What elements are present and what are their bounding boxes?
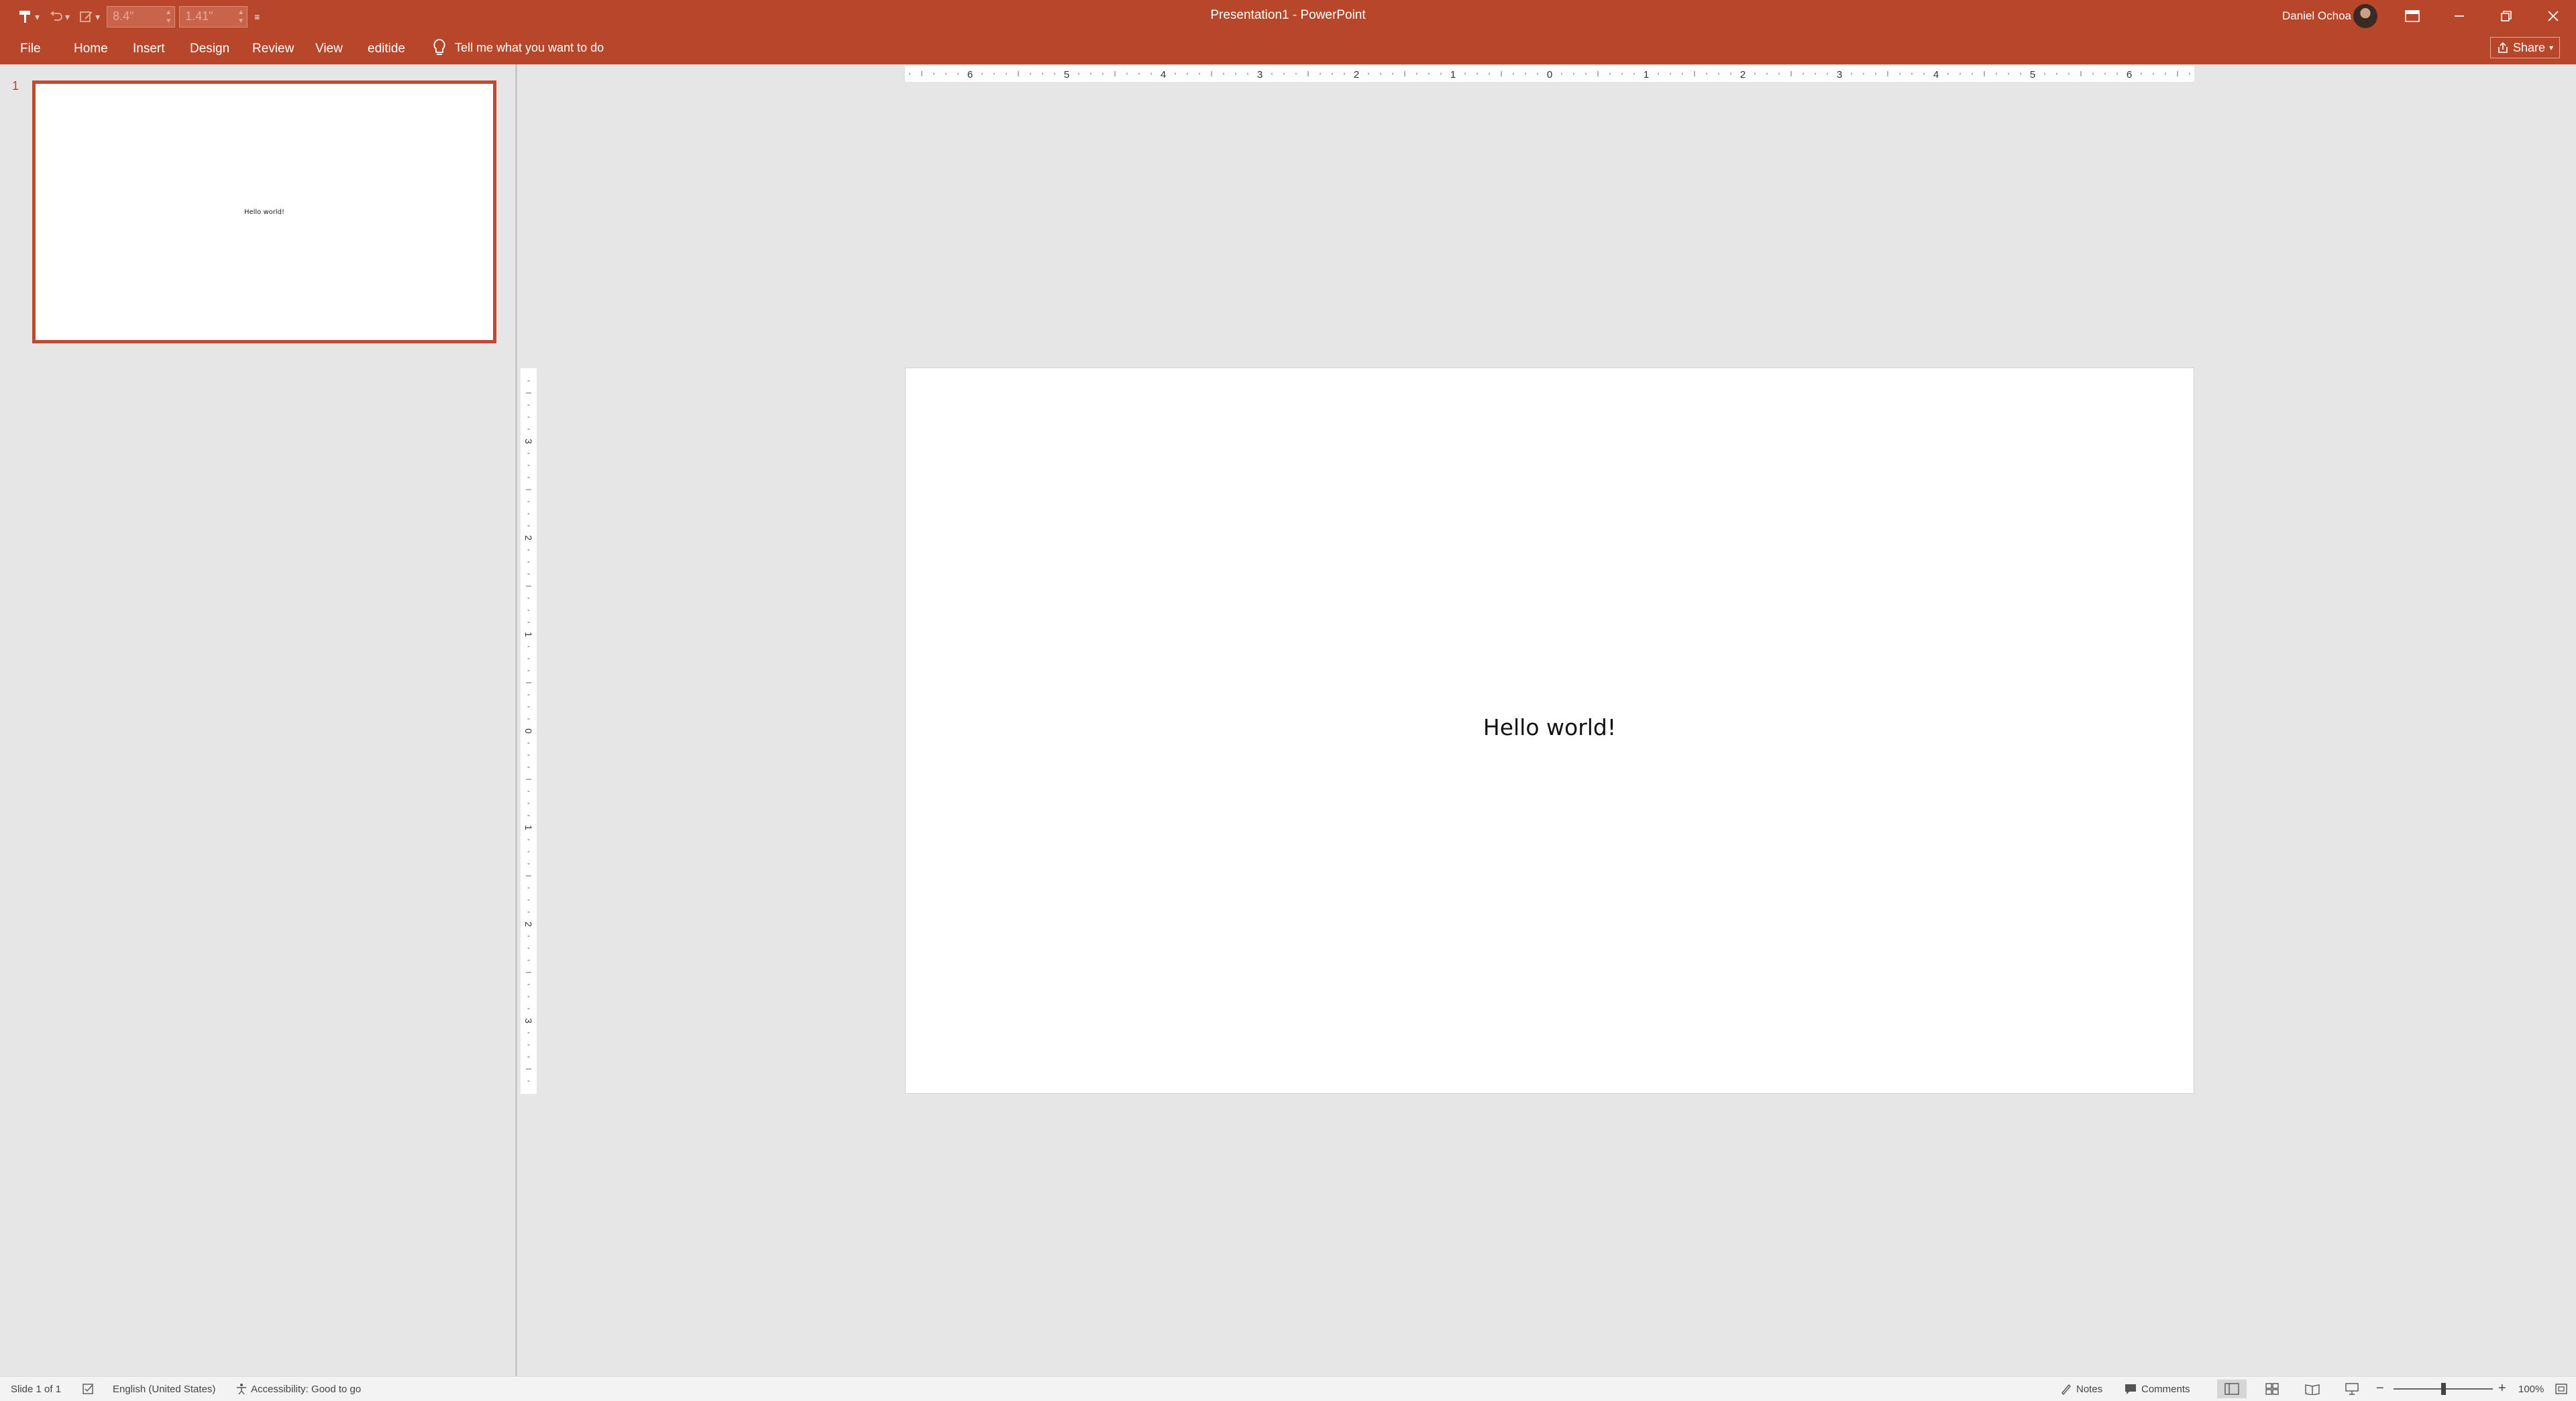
ruler-label: 2: [523, 921, 534, 927]
spelling-check-icon[interactable]: [82, 1382, 95, 1396]
fit-to-window-icon[interactable]: [2555, 1382, 2568, 1396]
ruler-label: 1: [523, 632, 534, 637]
ruler-label: 0: [1547, 69, 1552, 80]
tab-design[interactable]: Design: [190, 42, 229, 56]
chevron-down-icon: ▾: [2549, 43, 2554, 52]
slide-thumbnail-pane: 1 Hello world!: [0, 64, 515, 1376]
accessibility-status[interactable]: Accessibility: Good to go: [251, 1384, 361, 1395]
ruler-label: 3: [523, 439, 534, 444]
ruler-label: 1: [523, 825, 534, 830]
ruler-label: 3: [1257, 69, 1263, 80]
ruler-label: 3: [1837, 69, 1842, 80]
tab-view[interactable]: View: [315, 42, 343, 56]
close-button[interactable]: [2533, 3, 2573, 30]
share-icon: [2498, 42, 2508, 53]
slide-sorter-button[interactable]: [2257, 1380, 2287, 1398]
accessibility-icon[interactable]: [235, 1382, 248, 1396]
normal-view-icon: [2224, 1383, 2239, 1395]
zoom-out-button[interactable]: −: [2376, 1381, 2384, 1396]
ruler-label: 6: [967, 69, 973, 80]
ruler-label: 2: [1740, 69, 1746, 80]
ribbon-display-options-button[interactable]: [2392, 3, 2432, 30]
tell-me-search[interactable]: Tell me what you want to do: [432, 38, 604, 57]
ruler-label: 1: [1644, 69, 1649, 80]
pane-splitter[interactable]: [515, 64, 517, 1376]
status-bar: Slide 1 of 1 English (United States) Acc…: [0, 1376, 2576, 1401]
horizontal-ruler[interactable]: 6 5 4 3 2 1 0 1 2 3 4 5 6: [905, 66, 2194, 82]
close-icon: [2548, 11, 2559, 21]
notes-icon: [2061, 1384, 2071, 1396]
notes-button[interactable]: Notes: [2076, 1384, 2102, 1395]
title-bar: ▾ ▾ ▾ 8.4" ▲ ▼ 1.41" ▲ ▼ ≡ Presentation1 -…: [0, 0, 2576, 33]
zoom-slider-thumb[interactable]: [2441, 1383, 2446, 1395]
tab-editide[interactable]: editide: [368, 42, 405, 56]
thumbnail-number: 1: [12, 79, 19, 93]
ruler-label: 4: [1933, 69, 1939, 80]
zoom-level[interactable]: 100%: [2518, 1384, 2544, 1395]
minimize-icon: [2455, 15, 2464, 17]
language-status[interactable]: English (United States): [113, 1384, 215, 1395]
slide-show-button[interactable]: [2337, 1380, 2367, 1398]
minimize-button[interactable]: [2439, 3, 2479, 30]
ruler-label: 3: [523, 1018, 534, 1023]
reading-view-button[interactable]: [2298, 1380, 2327, 1398]
slide-count: Slide 1 of 1: [11, 1384, 62, 1395]
avatar[interactable]: [2353, 4, 2377, 28]
ruler-label: 0: [523, 728, 534, 734]
tab-file[interactable]: File: [20, 42, 41, 56]
tab-home[interactable]: Home: [74, 42, 108, 56]
ruler-label: 5: [1064, 69, 1069, 80]
ruler-label: 4: [1161, 69, 1166, 80]
thumbnail-text: Hello world!: [244, 209, 285, 216]
comments-button[interactable]: Comments: [2141, 1384, 2190, 1395]
ruler-label: 6: [2127, 69, 2132, 80]
slide-text-box[interactable]: Hello world!: [906, 714, 2194, 740]
comments-icon: [2125, 1384, 2136, 1394]
restore-icon: [2501, 11, 2512, 21]
tab-review[interactable]: Review: [252, 42, 294, 56]
slide-thumbnail[interactable]: Hello world!: [32, 80, 496, 343]
slide-sorter-icon: [2265, 1383, 2279, 1395]
reading-view-icon: [2305, 1384, 2320, 1395]
ruler-label: 1: [1450, 69, 1456, 80]
ruler-label: 2: [523, 535, 534, 541]
tab-insert[interactable]: Insert: [133, 42, 165, 56]
ruler-label: 2: [1354, 69, 1359, 80]
share-button[interactable]: Share ▾: [2490, 37, 2560, 58]
slide-show-icon: [2345, 1383, 2359, 1395]
user-name[interactable]: Daniel Ochoa: [2282, 9, 2351, 23]
lightbulb-icon: [433, 39, 445, 55]
zoom-in-button[interactable]: +: [2498, 1381, 2506, 1396]
restore-button[interactable]: [2486, 3, 2526, 30]
ruler-label: 5: [2030, 69, 2035, 80]
slide-canvas[interactable]: Hello world!: [906, 368, 2194, 1093]
window-title: Presentation1 - PowerPoint: [1210, 8, 1366, 22]
ribbon-tab-bar: File Home Insert Design Review View edit…: [0, 33, 2576, 64]
normal-view-button[interactable]: [2217, 1380, 2247, 1398]
ribbon-display-icon: [2405, 10, 2420, 22]
share-label: Share: [2512, 40, 2545, 54]
vertical-ruler[interactable]: 3 2 1 0 1 2 3: [521, 368, 537, 1094]
tell-me-text: Tell me what you want to do: [455, 40, 604, 54]
